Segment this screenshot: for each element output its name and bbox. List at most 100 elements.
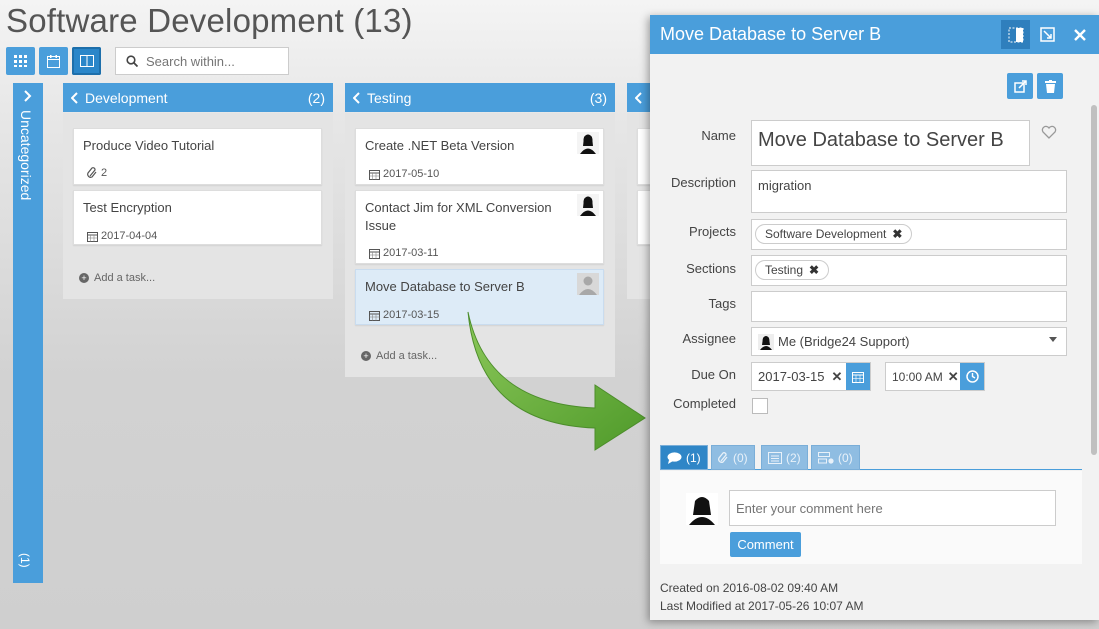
dock-icon — [1008, 27, 1023, 42]
task-title: Produce Video Tutorial — [83, 138, 215, 153]
calendar-icon — [369, 248, 380, 259]
completed-label: Completed — [673, 396, 736, 411]
tab-count: (2) — [786, 450, 801, 465]
subtask-icon — [818, 451, 834, 464]
scrollbar[interactable] — [1091, 105, 1097, 455]
avatar — [758, 333, 774, 350]
sections-field[interactable]: Testing ✖ — [751, 255, 1067, 286]
projects-label: Projects — [689, 224, 736, 239]
task-title: Contact Jim for XML Conversion Issue — [365, 200, 552, 233]
avatar — [686, 493, 718, 525]
close-icon — [1073, 28, 1086, 41]
popout-button[interactable] — [1033, 20, 1062, 49]
column-header-testing[interactable]: Testing (3) — [345, 83, 615, 112]
description-label: Description — [670, 175, 736, 190]
calendar-view-button[interactable] — [39, 47, 68, 75]
board-view-button[interactable] — [72, 47, 101, 75]
remove-chip-icon[interactable]: ✖ — [809, 263, 819, 277]
due-date: 2017-03-15 — [383, 309, 440, 321]
panel-title: Move Database to Server B — [660, 24, 882, 44]
search-box[interactable] — [115, 47, 289, 75]
chevron-right-icon[interactable] — [23, 90, 32, 102]
chevron-left-icon[interactable] — [71, 91, 79, 104]
add-task-link[interactable]: + Add a task... — [79, 272, 155, 284]
move-arrow-graphic — [467, 311, 646, 451]
tab-count: (0) — [733, 450, 748, 465]
comment-input[interactable] — [729, 490, 1056, 526]
chevron-left-icon[interactable] — [635, 91, 643, 104]
search-icon — [126, 55, 138, 67]
due-time-value: 10:00 AM — [892, 369, 943, 384]
expand-icon — [1040, 27, 1055, 42]
dock-button[interactable] — [1001, 20, 1030, 49]
column-title: Development — [85, 89, 168, 106]
assignee-value: Me (Bridge24 Support) — [778, 334, 910, 349]
tab-count: (1) — [686, 450, 701, 465]
avatar — [577, 132, 599, 154]
trash-icon — [1044, 79, 1056, 93]
close-button[interactable] — [1065, 20, 1094, 49]
due-date: 2017-03-11 — [383, 247, 439, 259]
clear-time-icon[interactable]: ✕ — [948, 369, 959, 385]
due-date-value: 2017-03-15 — [758, 369, 825, 384]
created-on-text: Created on 2016-08-02 09:40 AM — [660, 581, 839, 595]
plus-icon: + — [361, 351, 371, 361]
clock-icon — [965, 370, 979, 383]
task-detail-panel: Move Database to Server B Name Move Data… — [650, 15, 1099, 620]
name-field[interactable]: Move Database to Server B — [751, 120, 1030, 166]
task-card[interactable]: Contact Jim for XML Conversion Issue 201… — [355, 190, 604, 264]
column-header-development[interactable]: Development (2) — [63, 83, 333, 112]
attachment-count: 2 — [101, 167, 108, 179]
section-chip-label: Testing — [765, 263, 804, 277]
due-date: 2017-04-04 — [101, 230, 158, 242]
paperclip-icon — [718, 451, 728, 463]
assignee-label: Assignee — [682, 331, 736, 346]
tab-count: (0) — [838, 450, 853, 465]
projects-field[interactable]: Software Development ✖ — [751, 219, 1067, 250]
tab-history[interactable]: (2) — [761, 445, 808, 470]
due-date: 2017-05-10 — [383, 168, 440, 180]
section-chip: Testing ✖ — [755, 260, 830, 280]
due-on-label: Due On — [691, 367, 736, 382]
open-external-button[interactable] — [1007, 73, 1033, 99]
avatar — [577, 194, 599, 216]
due-time-field[interactable]: 10:00 AM ✕ — [885, 362, 985, 391]
due-date-field[interactable]: 2017-03-15 ✕ — [751, 362, 871, 391]
calendar-icon — [369, 169, 380, 180]
tab-comments[interactable]: (1) — [660, 445, 708, 470]
panel-header: Move Database to Server B — [650, 15, 1099, 54]
task-title: Move Database to Server B — [365, 279, 525, 294]
add-task-label: Add a task... — [94, 272, 156, 284]
tab-subtasks[interactable]: (0) — [811, 445, 860, 470]
comment-button[interactable]: Comment — [730, 532, 801, 557]
remove-chip-icon[interactable]: ✖ — [892, 227, 902, 241]
heart-icon[interactable] — [1041, 125, 1057, 139]
chevron-left-icon[interactable] — [353, 91, 361, 104]
column-count: (2) — [307, 89, 325, 106]
calendar-view-icon — [47, 54, 60, 68]
description-field[interactable]: migration — [751, 170, 1067, 213]
task-card[interactable]: Create .NET Beta Version 2017-05-10 — [355, 128, 604, 185]
project-chip-label: Software Development — [765, 227, 887, 241]
task-title: Create .NET Beta Version — [365, 138, 515, 153]
add-task-link[interactable]: + Add a task... — [361, 350, 437, 362]
tags-field[interactable] — [751, 291, 1067, 322]
delete-button[interactable] — [1037, 73, 1063, 99]
comment-icon — [667, 451, 682, 464]
completed-checkbox[interactable] — [752, 398, 768, 414]
search-input[interactable] — [146, 53, 286, 69]
calendar-icon — [852, 371, 864, 383]
assignee-select[interactable]: Me (Bridge24 Support) — [751, 327, 1067, 356]
paperclip-icon — [87, 167, 97, 178]
calendar-icon — [87, 231, 98, 242]
uncategorized-count: (1) — [18, 553, 32, 568]
task-card[interactable]: Test Encryption 2017-04-04 — [73, 190, 322, 245]
calendar-icon — [369, 310, 380, 321]
calendar-picker-button[interactable] — [846, 363, 870, 390]
task-card[interactable]: Produce Video Tutorial 2 — [73, 128, 322, 185]
time-picker-button[interactable] — [960, 363, 984, 390]
tab-attachments[interactable]: (0) — [711, 445, 755, 470]
grid-view-button[interactable] — [6, 47, 35, 75]
clear-date-icon[interactable]: ✕ — [832, 369, 843, 385]
task-title: Test Encryption — [83, 200, 172, 215]
